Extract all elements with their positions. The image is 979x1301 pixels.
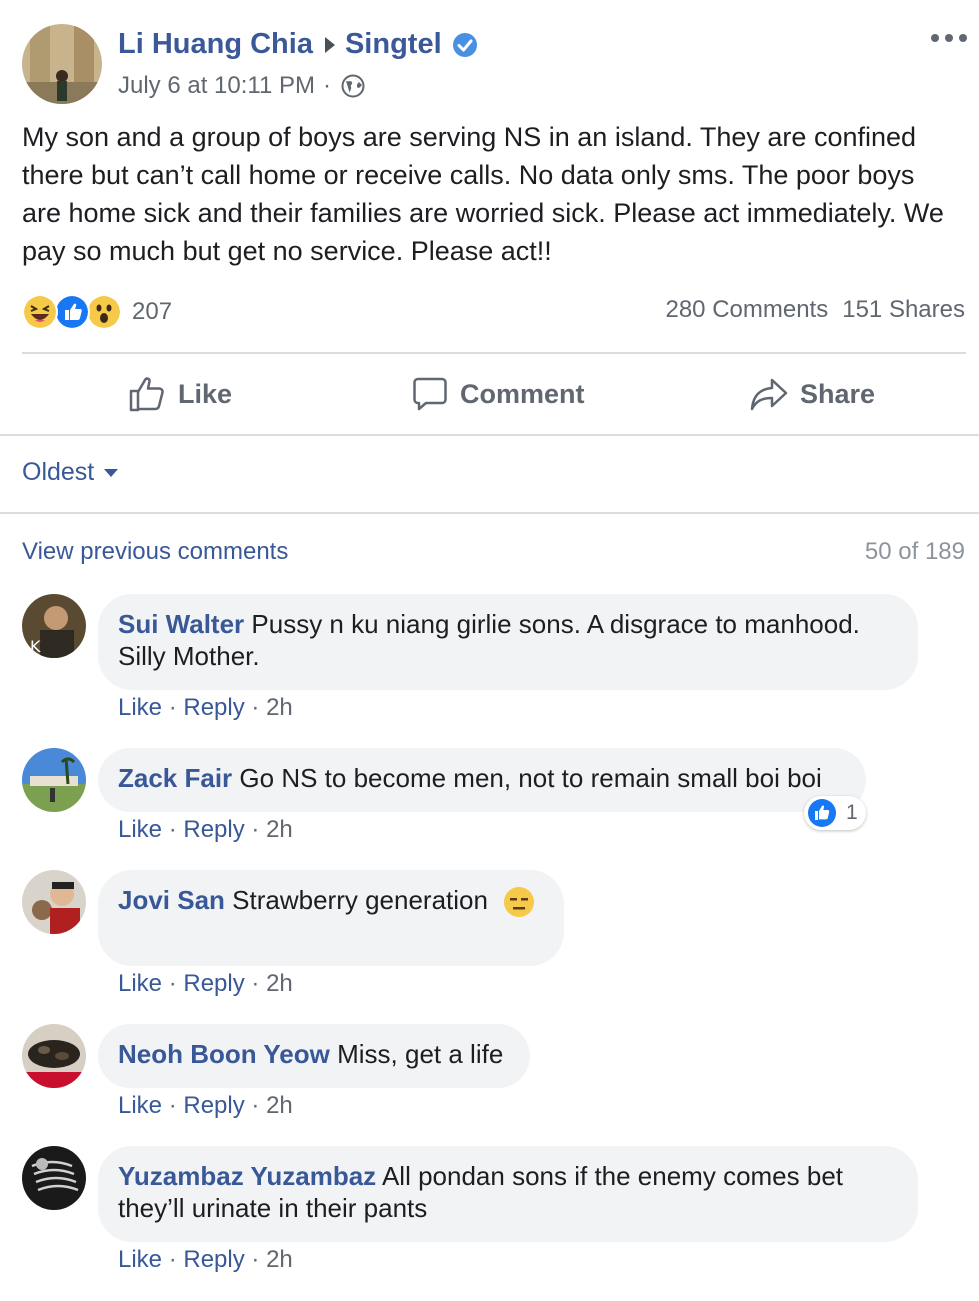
comment-time[interactable]: 2h <box>266 970 293 997</box>
like-reaction-icon <box>808 799 836 827</box>
like-button[interactable]: Like <box>128 370 232 418</box>
comment-sort-dropdown[interactable]: Oldest <box>22 458 119 487</box>
thumbs-up-icon <box>129 377 164 412</box>
post-timestamp[interactable]: July 6 at 10:11 PM <box>118 72 315 100</box>
comment-text: Go NS to become men, not to remain small… <box>239 763 822 793</box>
comment-bubble: Zack Fair Go NS to become men, not to re… <box>98 748 866 812</box>
comment-reply-link[interactable]: Reply <box>183 970 244 997</box>
divider <box>0 512 979 514</box>
share-label: Share <box>800 378 876 409</box>
shares-count[interactable]: 151 Shares <box>842 296 965 324</box>
comment-actions: Like · Reply · 2h <box>118 694 293 721</box>
comment-reply-link[interactable]: Reply <box>183 694 244 721</box>
post-meta: July 6 at 10:11 PM · <box>118 72 365 100</box>
comment-bubble-icon <box>413 377 447 411</box>
comment-actions: Like · Reply · 2h <box>118 816 293 843</box>
commenter-name[interactable]: Jovi San <box>118 885 225 915</box>
comment-like-link[interactable]: Like <box>118 816 162 843</box>
share-button[interactable]: Share <box>750 370 875 418</box>
comment-like-link[interactable]: Like <box>118 970 162 997</box>
reactions-summary[interactable]: 207 <box>22 294 172 330</box>
like-label: Like <box>178 378 233 409</box>
more-options-icon[interactable] <box>927 28 971 48</box>
verified-badge-icon <box>452 32 477 57</box>
comment-reply-link[interactable]: Reply <box>183 816 244 843</box>
view-previous-comments-link[interactable]: View previous comments <box>22 538 288 566</box>
comment-like-link[interactable]: Like <box>118 1092 162 1119</box>
comment-like-count: 1 <box>846 801 858 824</box>
comment-label: Comment <box>460 378 585 409</box>
comment-time[interactable]: 2h <box>266 816 293 843</box>
comments-count[interactable]: 280 Comments <box>665 296 828 324</box>
comment-like-count-chip[interactable]: 1 <box>804 796 866 830</box>
svg-text:K: K <box>30 637 41 656</box>
haha-reaction-icon <box>22 294 58 330</box>
comment-bubble: Sui Walter Pussy n ku niang girlie sons.… <box>98 594 918 690</box>
comment-actions: Like · Reply · 2h <box>118 1092 293 1119</box>
comment-button[interactable]: Comment <box>412 370 585 418</box>
comment-bubble: Jovi San Strawberry generation <box>98 870 564 966</box>
caret-down-icon <box>104 468 119 477</box>
comment-time[interactable]: 2h <box>266 694 293 721</box>
comment-bubble: Neoh Boon Yeow Miss, get a life <box>98 1024 530 1088</box>
comment-time[interactable]: 2h <box>266 1092 293 1119</box>
commenter-avatar[interactable] <box>22 1146 86 1210</box>
sort-label: Oldest <box>22 458 95 486</box>
expressionless-emoji-icon <box>504 887 535 918</box>
reaction-count: 207 <box>132 298 173 325</box>
wow-reaction-icon <box>86 294 122 330</box>
commenter-avatar[interactable] <box>22 1024 86 1088</box>
meta-separator: · <box>323 72 331 99</box>
comment-actions: Like · Reply · 2h <box>118 1246 293 1273</box>
divider <box>0 434 979 436</box>
page-name[interactable]: Singtel <box>345 28 442 61</box>
comment-like-link[interactable]: Like <box>118 694 162 721</box>
share-arrow-icon <box>750 378 788 411</box>
commenter-name[interactable]: Zack Fair <box>118 763 232 793</box>
commenter-name[interactable]: Sui Walter <box>118 609 244 639</box>
like-reaction-icon <box>54 294 90 330</box>
commenter-name[interactable]: Neoh Boon Yeow <box>118 1039 330 1069</box>
comment-actions: Like · Reply · 2h <box>118 970 293 997</box>
posted-to-arrow-icon <box>324 36 335 53</box>
post-body: My son and a group of boys are serving N… <box>22 122 944 266</box>
author-name[interactable]: Li Huang Chia <box>118 28 313 61</box>
commenter-avatar[interactable] <box>22 748 86 812</box>
post-author-line: Li Huang Chia Singtel <box>118 28 478 61</box>
comment-reply-link[interactable]: Reply <box>183 1246 244 1273</box>
commenter-name[interactable]: Yuzambaz Yuzambaz <box>118 1161 376 1191</box>
comment-bubble: Yuzambaz Yuzambaz All pondan sons if the… <box>98 1146 918 1242</box>
divider <box>22 352 966 354</box>
author-avatar[interactable] <box>22 24 102 104</box>
comment-text: Miss, get a life <box>337 1039 504 1069</box>
commenter-avatar[interactable] <box>22 870 86 934</box>
comment-like-link[interactable]: Like <box>118 1246 162 1273</box>
post-stats: 280 Comments 151 Shares <box>665 296 965 324</box>
comment-time[interactable]: 2h <box>266 1246 293 1273</box>
comment-text: Strawberry generation <box>232 885 488 915</box>
commenter-avatar[interactable]: K <box>22 594 86 658</box>
globe-icon <box>341 74 365 98</box>
comments-page-count: 50 of 189 <box>864 538 965 565</box>
comment-reply-link[interactable]: Reply <box>183 1092 244 1119</box>
